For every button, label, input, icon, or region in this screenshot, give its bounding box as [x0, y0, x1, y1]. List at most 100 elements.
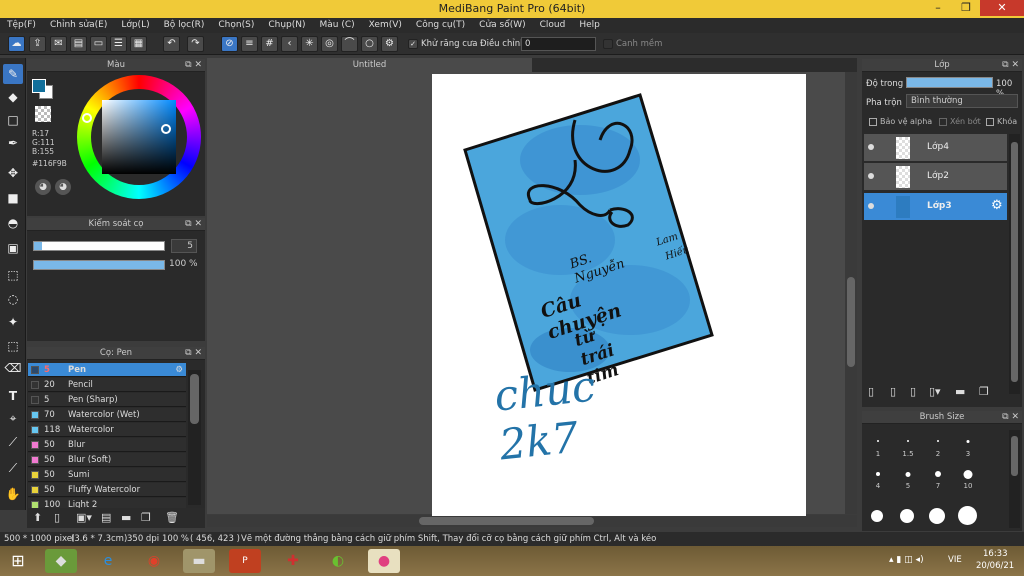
menu-tools[interactable]: Công cụ(T) — [409, 18, 472, 33]
delete-icon[interactable]: 🗑 — [165, 511, 179, 524]
brush-size-slider[interactable] — [33, 241, 165, 251]
radial-snap-icon[interactable]: ✳ — [301, 36, 318, 52]
brush-size-preset[interactable] — [958, 506, 977, 525]
select-rect-tool-icon[interactable]: ⬚ — [3, 265, 23, 285]
panel-close-icon[interactable]: ⧉ ✕ — [185, 59, 202, 72]
menu-help[interactable]: Help — [572, 18, 607, 33]
internet-explorer-icon[interactable]: e — [92, 549, 124, 573]
visibility-icon[interactable] — [868, 144, 874, 150]
parallel-snap-icon[interactable]: ≡ — [241, 36, 258, 52]
clip-checkbox[interactable] — [939, 118, 947, 126]
brush-opacity-slider[interactable] — [33, 260, 165, 270]
add-layer-menu-icon[interactable]: ▯▾ — [929, 385, 941, 398]
canvas-vertical-scrollbar[interactable] — [845, 72, 857, 514]
foreground-color-swatch[interactable] — [32, 79, 46, 93]
brush-menu-icon[interactable]: ▣▾ — [76, 511, 92, 524]
layer-row-selected[interactable]: Lớp3 ⚙ — [864, 193, 1007, 221]
select-eraser-tool-icon[interactable]: ⌫ — [3, 358, 23, 378]
layer-row[interactable]: Lớp2 — [864, 163, 1007, 191]
brush-size-cell[interactable]: 10 — [954, 470, 982, 490]
file-explorer-icon[interactable]: ▬ — [183, 549, 215, 573]
brush-item[interactable]: 50 Fluffy Watercolor — [28, 483, 186, 497]
palette-icon[interactable]: ◕ — [35, 179, 51, 195]
rectangle-tool-icon[interactable]: □ — [3, 110, 23, 130]
menu-window[interactable]: Cửa sổ(W) — [472, 18, 532, 33]
menu-cloud[interactable]: Cloud — [533, 18, 573, 33]
powerpoint-icon[interactable]: P — [229, 549, 261, 573]
gradient-tool-icon[interactable]: ▣ — [3, 238, 23, 258]
canvas-horizontal-scrollbar[interactable] — [207, 515, 857, 527]
select-pen-tool-icon[interactable]: ⬚ — [3, 336, 23, 356]
hand-tool-icon[interactable]: ✋ — [3, 484, 23, 504]
eraser-tool-icon[interactable]: ◆ — [3, 87, 23, 107]
hue-picker-handle[interactable] — [82, 113, 92, 123]
lock-checkbox[interactable] — [986, 118, 994, 126]
smooth-checkbox[interactable] — [603, 39, 613, 49]
panel-icon[interactable]: ▤ — [70, 36, 87, 52]
antialias-checkbox[interactable]: ✓ — [408, 39, 418, 49]
panel-close-icon[interactable]: ⧉ ✕ — [1002, 411, 1019, 424]
snap-off-icon[interactable]: ⊘ — [221, 36, 238, 52]
brush-size-cell[interactable]: 1 — [864, 438, 892, 458]
list-icon[interactable]: ☰ — [110, 36, 127, 52]
fill-rect-tool-icon[interactable]: ■ — [3, 188, 23, 208]
layer-row[interactable]: Lớp4 — [864, 134, 1007, 162]
folder-icon[interactable]: ▬ — [121, 511, 131, 524]
brush-settings-icon[interactable]: ⚙ — [175, 363, 183, 377]
document-icon[interactable]: ▭ — [90, 36, 107, 52]
brush-size-preset[interactable] — [871, 510, 883, 522]
new-layer-8bit-icon[interactable]: ▯ — [910, 385, 916, 398]
new-halftone-layer-icon[interactable]: ▯ — [890, 385, 896, 398]
folder-icon[interactable]: ▬ — [955, 385, 965, 398]
comment-icon[interactable]: ✉ — [50, 36, 67, 52]
brush-size-cell[interactable]: 3 — [954, 438, 982, 458]
adjust-select[interactable]: 0 — [521, 37, 596, 51]
brush-item[interactable]: 50 Blur — [28, 438, 186, 452]
brush-item[interactable]: 50 Sumi — [28, 468, 186, 482]
lasso-tool-icon[interactable]: ◌ — [3, 289, 23, 309]
windows-start-icon[interactable]: ⊞ — [2, 549, 34, 573]
medibang-icon[interactable]: ● — [368, 549, 400, 573]
brush-size-preset[interactable] — [900, 509, 914, 523]
copy-icon[interactable]: ❐ — [141, 511, 151, 524]
color-picker-handle[interactable] — [161, 124, 171, 134]
ellipse-snap-icon[interactable]: ○ — [361, 36, 378, 52]
clock-time[interactable]: 16:33 — [983, 549, 1008, 559]
brush-size-cell[interactable]: 7 — [924, 470, 952, 490]
brush-size-value[interactable]: 5 — [171, 239, 197, 253]
minimize-button[interactable]: – — [924, 0, 952, 16]
brush-item[interactable]: 20 Pencil — [28, 378, 186, 392]
menu-edit[interactable]: Chỉnh sửa(E) — [43, 18, 114, 33]
brush-item[interactable]: 70 Watercolor (Wet) — [28, 408, 186, 422]
visibility-icon[interactable] — [868, 203, 874, 209]
layer-opacity-slider[interactable] — [906, 77, 993, 88]
chrome-icon[interactable]: ◉ — [138, 549, 170, 573]
brush-item-selected[interactable]: 5 Pen ⚙ — [28, 363, 186, 377]
brush-item[interactable]: 5 Pen (Sharp) — [28, 393, 186, 407]
saturation-value-square[interactable] — [102, 100, 176, 174]
brush-size-scrollbar[interactable] — [1009, 430, 1020, 528]
redo-icon[interactable]: ↷ — [187, 36, 204, 52]
panel-close-icon[interactable]: ⧉ ✕ — [185, 218, 202, 231]
brush-item[interactable]: 118 Watercolor — [28, 423, 186, 437]
text-tool-icon[interactable]: T — [3, 386, 23, 406]
app-icon[interactable]: ✚ — [277, 549, 309, 573]
protect-alpha-checkbox[interactable] — [869, 118, 877, 126]
palette-settings-icon[interactable]: ◕ — [55, 179, 71, 195]
cloud-icon[interactable]: ☁ — [8, 36, 25, 52]
add-brush-icon[interactable]: ⬆ — [33, 511, 42, 524]
divide-tool-icon[interactable]: ⌖ — [3, 408, 23, 428]
menu-layer[interactable]: Lớp(L) — [114, 18, 156, 33]
bucket-tool-icon[interactable]: ◓ — [3, 213, 23, 233]
panel-close-icon[interactable]: ⧉ ✕ — [185, 347, 202, 360]
bluestacks-icon[interactable]: ◆ — [45, 549, 77, 573]
transparent-color-swatch[interactable] — [35, 106, 51, 122]
greenshot-icon[interactable]: ◐ — [322, 549, 354, 573]
blend-mode-select[interactable]: Bình thường — [906, 94, 1018, 108]
new-brush-icon[interactable]: ▯ — [54, 511, 60, 524]
menu-view[interactable]: Xem(V) — [362, 18, 409, 33]
pen-tool-icon[interactable]: ✒ — [3, 133, 23, 153]
circle-snap-icon[interactable]: ◎ — [321, 36, 338, 52]
brush-settings-icon[interactable]: ▤ — [101, 511, 111, 524]
brush-item[interactable]: 50 Blur (Soft) — [28, 453, 186, 467]
